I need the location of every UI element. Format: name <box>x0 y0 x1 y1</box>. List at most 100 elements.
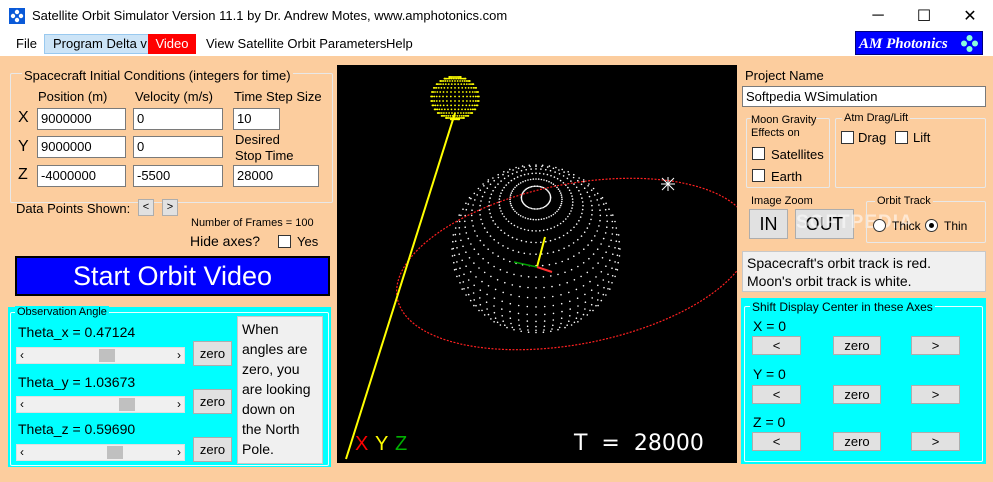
moon-dot <box>465 91 468 93</box>
earth-dot <box>552 312 555 315</box>
moon-dot <box>465 104 468 107</box>
velocity-z-field[interactable]: -5500 <box>133 165 223 187</box>
shift-z-zero-button[interactable]: zero <box>833 432 881 451</box>
earth-dot <box>608 245 610 248</box>
moon-dot <box>454 95 456 98</box>
earth-dot <box>492 189 494 192</box>
moon-dot <box>436 112 439 114</box>
theta-z-zero-button[interactable]: zero <box>193 437 232 462</box>
earth-dot <box>487 285 490 287</box>
velocity-x-field[interactable]: 0 <box>133 108 223 130</box>
stop-time-field[interactable]: 28000 <box>233 165 319 187</box>
lift-checkbox[interactable] <box>895 131 908 144</box>
close-button[interactable]: ✕ <box>947 0 993 32</box>
theta-z-thumb[interactable] <box>107 446 124 459</box>
earth-dot <box>589 309 591 312</box>
earth-dot <box>577 305 579 307</box>
shift-x-right-button[interactable]: > <box>911 336 960 355</box>
shift-y-zero-button[interactable]: zero <box>833 385 881 404</box>
earth-dot <box>596 230 598 232</box>
slider-right-icon[interactable]: › <box>177 397 181 412</box>
theta-z-slider[interactable]: ‹ › <box>16 444 185 461</box>
slider-right-icon[interactable]: › <box>177 445 181 460</box>
earth-dot <box>568 173 570 176</box>
earth-dot <box>558 206 561 209</box>
shift-x-zero-button[interactable]: zero <box>833 336 881 355</box>
position-x-field[interactable]: 9000000 <box>37 108 126 130</box>
theta-x-slider[interactable]: ‹ › <box>16 347 185 364</box>
earth-dot <box>582 204 584 207</box>
moon-dot <box>431 104 434 107</box>
slider-right-icon[interactable]: › <box>177 348 181 363</box>
position-y-field[interactable]: 9000000 <box>37 136 126 158</box>
theta-x-zero-button[interactable]: zero <box>193 341 232 366</box>
menu-help[interactable]: Help <box>378 34 421 54</box>
earth-dot <box>459 282 461 284</box>
moon-dot <box>434 104 437 107</box>
slider-left-icon[interactable]: ‹ <box>20 445 24 460</box>
hide-axes-checkbox[interactable] <box>278 235 291 248</box>
start-orbit-video-button[interactable]: Start Orbit Video <box>15 256 330 296</box>
theta-x-thumb[interactable] <box>98 349 115 362</box>
data-points-next-button[interactable]: > <box>162 199 178 216</box>
theta-y-zero-button[interactable]: zero <box>193 389 232 414</box>
spacecraft-orbit-track <box>396 177 752 351</box>
earth-dot <box>502 173 504 176</box>
earth-dot <box>562 182 565 184</box>
earth-dot <box>578 219 580 222</box>
earth-dot <box>556 186 558 189</box>
earth-dot <box>612 214 614 216</box>
thick-radio[interactable] <box>873 219 886 232</box>
earth-dot <box>575 186 578 189</box>
timestep-field[interactable]: 10 <box>233 108 280 130</box>
earth-dot <box>527 286 529 289</box>
earth-dot <box>550 227 552 230</box>
thin-radio[interactable] <box>925 219 938 232</box>
earth-dot <box>580 318 582 320</box>
moon-gravity-subtitle: Effects on <box>751 127 800 139</box>
moon-dot <box>446 100 448 102</box>
zoom-in-button[interactable]: IN <box>749 209 788 239</box>
moon-dot <box>455 117 458 119</box>
earth-dot <box>514 210 516 213</box>
shift-x-left-button[interactable]: < <box>752 336 801 355</box>
earth-dot <box>582 313 585 316</box>
shift-z-left-button[interactable]: < <box>752 432 801 451</box>
position-z-field[interactable]: -4000000 <box>37 165 126 187</box>
shift-y-left-button[interactable]: < <box>752 385 801 404</box>
menu-video[interactable]: Video <box>148 34 196 54</box>
theta-y-thumb[interactable] <box>119 398 136 411</box>
drag-checkbox[interactable] <box>841 131 854 144</box>
project-name-input[interactable]: Softpedia WSimulation <box>742 86 986 107</box>
slider-left-icon[interactable]: ‹ <box>20 397 24 412</box>
data-points-prev-button[interactable]: < <box>138 199 154 216</box>
slider-left-icon[interactable]: ‹ <box>20 348 24 363</box>
moon-dot <box>454 108 456 111</box>
earth-dot <box>543 217 545 220</box>
satellites-checkbox[interactable] <box>752 147 765 160</box>
shift-y-right-button[interactable]: > <box>911 385 960 404</box>
brand-text: AM Photonics <box>859 36 948 52</box>
earth-dot <box>570 192 572 194</box>
earth-dot <box>569 315 571 317</box>
earth-dot <box>515 166 517 169</box>
menu-view-satellite-orbit-parameters[interactable]: View Satellite Orbit Parameters <box>198 34 394 54</box>
earth-dot <box>570 324 573 326</box>
earth-checkbox[interactable] <box>752 169 765 182</box>
maximize-button[interactable]: ☐ <box>901 0 947 32</box>
earth-dot <box>507 175 510 177</box>
shift-z-right-button[interactable]: > <box>911 432 960 451</box>
velocity-y-field[interactable]: 0 <box>133 136 223 158</box>
minimize-button[interactable]: ─ <box>855 0 901 32</box>
earth-dot <box>509 194 512 196</box>
earth-dot <box>476 235 478 237</box>
earth-dot <box>545 240 547 243</box>
earth-dot <box>561 260 563 263</box>
moon-dot <box>456 80 459 82</box>
menu-program-delta-v[interactable]: Program Delta v <box>44 34 156 54</box>
earth-dot <box>538 185 540 188</box>
earth-dot <box>554 238 556 241</box>
theta-y-slider[interactable]: ‹ › <box>16 396 185 413</box>
title-bar: Satellite Orbit Simulator Version 11.1 b… <box>0 0 993 32</box>
menu-file[interactable]: File <box>8 34 45 54</box>
